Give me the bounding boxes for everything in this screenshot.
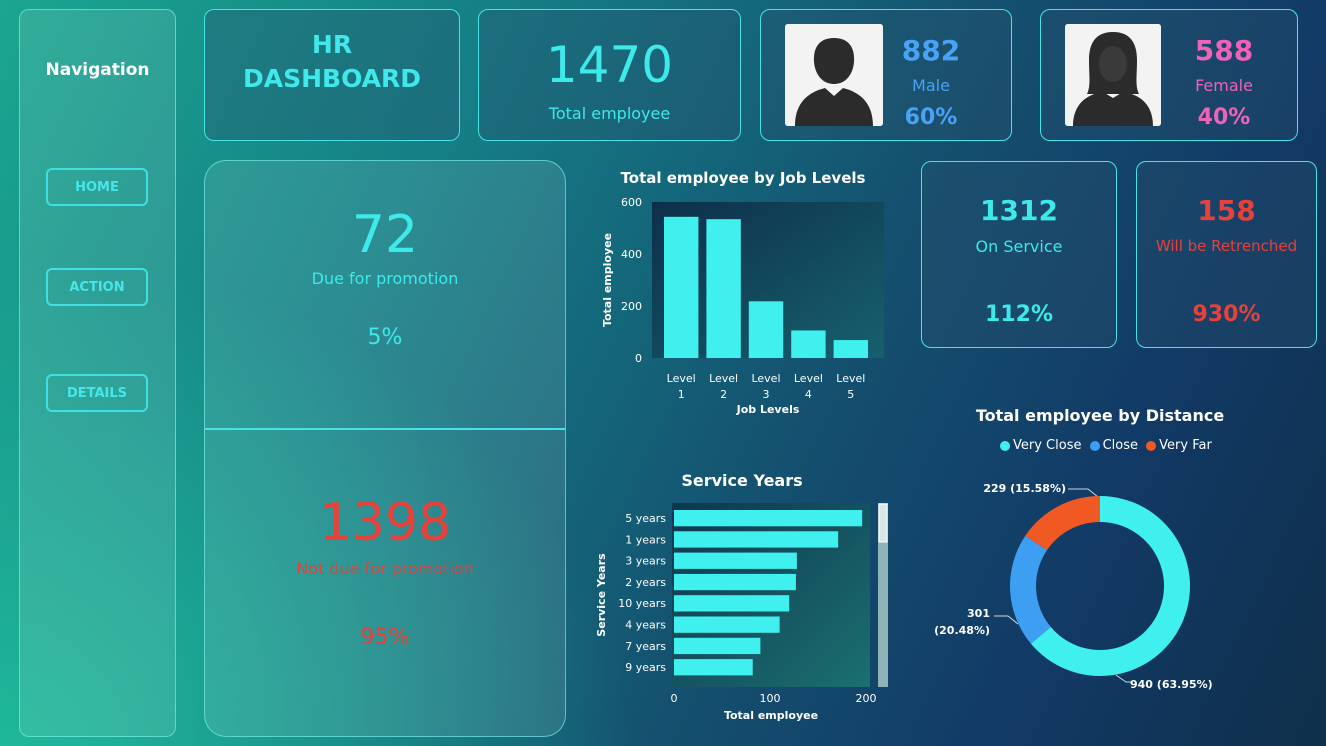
service-years-xlabel: Total employee xyxy=(724,709,818,722)
details-button[interactable]: DETAILS xyxy=(46,374,148,412)
service-years-ytick: 4 years xyxy=(625,619,666,632)
action-button[interactable]: ACTION xyxy=(46,268,148,306)
service-years-xtick: 0 xyxy=(671,692,678,705)
service-years-bar[interactable] xyxy=(674,616,780,633)
retrenched-percent: 930% xyxy=(1192,302,1261,327)
legend-dot-very-close xyxy=(1000,440,1010,451)
legend-very-far: Very Far xyxy=(1159,438,1212,453)
on-service-card: 1312 On Service 112% xyxy=(921,161,1117,348)
service-years-bar[interactable] xyxy=(674,510,863,527)
label-very-far: 229 (15.58%) xyxy=(983,482,1066,495)
job-levels-chart: Total employee Job Levels 0 200 400 600 Leve… xyxy=(601,196,884,416)
due-promotion-value: 72 xyxy=(351,205,419,265)
service-years-scroll-thumb[interactable] xyxy=(878,503,888,543)
female-count: 588 xyxy=(1194,34,1254,67)
service-years-ytick: 5 years xyxy=(625,512,666,525)
job-levels-bar[interactable] xyxy=(833,340,868,358)
service-years-chart: Service Years Total employee 5 years 1 ye… xyxy=(595,503,888,722)
job-levels-bar[interactable] xyxy=(748,301,784,358)
service-years-ytick: 1 years xyxy=(625,533,666,546)
male-label: Male xyxy=(912,76,950,95)
label-leader-close xyxy=(994,615,1019,625)
service-years-bar[interactable] xyxy=(674,552,797,569)
dashboard-title-card: HR DASHBOARD xyxy=(204,9,460,141)
job-levels-xlabel: Job Levels xyxy=(736,403,800,416)
job-levels-ytick: 600 xyxy=(621,196,642,209)
total-employee-card: 1470 Total employee xyxy=(478,9,741,141)
label-leader-very-far xyxy=(1068,488,1099,498)
job-levels-xtick: Level 2 xyxy=(709,372,738,401)
legend-very-close: Very Close xyxy=(1013,438,1082,453)
retrenched-value: 158 xyxy=(1197,194,1256,227)
not-due-promotion-percent: 95% xyxy=(360,625,410,650)
job-levels-bar[interactable] xyxy=(791,330,826,358)
job-levels-xtick: Level 1 xyxy=(667,372,696,401)
on-service-label: On Service xyxy=(975,237,1063,256)
due-promotion-label: Due for promotion xyxy=(311,269,459,288)
legend-close: Close xyxy=(1102,438,1139,453)
service-years-ytick: 7 years xyxy=(625,640,666,653)
job-levels-bar[interactable] xyxy=(664,216,699,358)
female-avatar-icon xyxy=(1065,24,1161,126)
on-service-percent: 112% xyxy=(985,302,1053,327)
service-years-bar[interactable] xyxy=(674,659,753,676)
donut-slice-very-far[interactable] xyxy=(1025,496,1100,551)
service-years-ylabel: Service Years xyxy=(595,553,608,637)
job-levels-chart-title: Total employee by Job Levels xyxy=(620,169,866,187)
job-levels-ytick: 200 xyxy=(621,300,642,313)
job-levels-bar[interactable] xyxy=(706,219,741,358)
service-years-bar[interactable] xyxy=(674,573,796,591)
total-employee-value: 1470 xyxy=(545,36,674,94)
service-years-bar[interactable] xyxy=(674,595,790,612)
service-years-bar[interactable] xyxy=(674,637,761,655)
home-button[interactable]: HOME xyxy=(46,168,148,206)
service-years-ytick: 9 years xyxy=(625,661,666,674)
due-promotion-percent: 5% xyxy=(367,325,403,350)
dashboard-title-line2: DASHBOARD xyxy=(242,64,421,93)
service-years-chart-title: Service Years xyxy=(681,471,803,490)
distance-chart-title: Total employee by Distance xyxy=(975,406,1225,425)
retrenched-label: Will be Retrenched xyxy=(1155,237,1298,255)
male-card: 882 Male 60% xyxy=(760,9,1012,141)
female-label: Female xyxy=(1195,76,1253,95)
job-levels-xtick: Level 4 xyxy=(794,372,823,401)
total-employee-label: Total employee xyxy=(548,104,671,123)
legend-dot-close xyxy=(1089,440,1100,451)
male-percent: 60% xyxy=(904,105,958,130)
male-count: 882 xyxy=(901,34,961,67)
label-close-percent: (20.48%) xyxy=(934,624,990,637)
on-service-value: 1312 xyxy=(980,194,1058,227)
donut-slice-close[interactable] xyxy=(1010,535,1051,644)
service-years-xtick: 200 xyxy=(856,692,877,705)
service-years-ytick: 3 years xyxy=(625,555,666,568)
job-levels-xtick: Level 3 xyxy=(751,372,780,401)
not-due-promotion-label: Not due for promotion xyxy=(296,559,474,578)
job-levels-ylabel: Total employee xyxy=(601,233,614,327)
legend-dot-very-far xyxy=(1146,440,1157,451)
job-levels-xtick: Level 5 xyxy=(836,372,865,401)
female-percent: 40% xyxy=(1197,105,1251,130)
label-very-close: 940 (63.95%) xyxy=(1130,678,1213,691)
retrenched-card: 158 Will be Retrenched 930% xyxy=(1136,161,1317,348)
navigation-panel: Navigation HOME ACTION DETAILS xyxy=(19,9,176,737)
promotion-panel: 72 Due for promotion 5% 1398 Not due for… xyxy=(204,160,566,737)
dashboard-title-line1: HR xyxy=(311,30,353,59)
promotion-divider xyxy=(205,428,565,430)
service-years-ytick: 10 years xyxy=(618,597,666,610)
not-due-promotion-value: 1398 xyxy=(318,493,452,553)
service-years-bar[interactable] xyxy=(674,531,839,548)
job-levels-ytick: 400 xyxy=(621,248,642,261)
distance-donut-chart: 229 (15.58%) 301 (20.48%) 940 (63.95%) xyxy=(934,482,1213,691)
job-levels-ytick: 0 xyxy=(635,352,642,365)
service-years-xtick: 100 xyxy=(760,692,781,705)
female-card: 588 Female 40% xyxy=(1040,9,1298,141)
service-years-ytick: 2 years xyxy=(625,576,666,589)
male-avatar-icon xyxy=(785,24,883,126)
distance-legend: Very Close Close Very Far xyxy=(1000,438,1220,453)
label-close-value: 301 xyxy=(967,607,990,620)
navigation-title: Navigation xyxy=(45,60,150,80)
